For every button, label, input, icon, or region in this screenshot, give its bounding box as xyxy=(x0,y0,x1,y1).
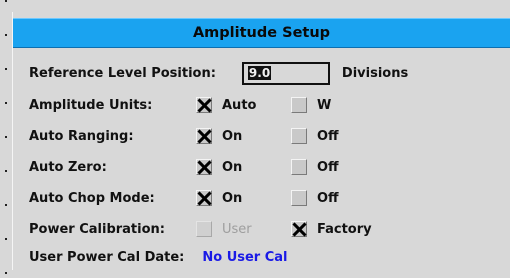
setting-row-amplitude-units: Amplitude Units: Auto W xyxy=(29,94,331,116)
setting-label: Auto Zero: xyxy=(29,159,107,175)
checkbox-checked-icon[interactable] xyxy=(196,128,212,144)
option-label: On xyxy=(222,128,243,144)
power-calibration-factory-option[interactable]: Factory xyxy=(291,221,372,237)
option-label: User xyxy=(222,221,252,237)
auto-zero-off-option[interactable]: Off xyxy=(291,159,339,175)
user-cal-date-label: User Power Cal Date: xyxy=(29,249,185,265)
user-cal-date-row: User Power Cal Date: No User Cal xyxy=(29,246,288,268)
auto-chop-off-option[interactable]: Off xyxy=(291,190,339,206)
setting-label: Auto Ranging: xyxy=(29,128,134,144)
checkbox-checked-icon[interactable] xyxy=(196,159,212,175)
dialog-title: Amplitude Setup xyxy=(13,18,510,48)
setting-row-auto-zero: Auto Zero: On Off xyxy=(29,156,339,178)
setting-label: Power Calibration: xyxy=(29,221,165,237)
amplitude-units-w-option[interactable]: W xyxy=(291,97,331,113)
auto-zero-on-option[interactable]: On xyxy=(196,159,291,175)
checkbox-unchecked-icon[interactable] xyxy=(291,159,307,175)
power-calibration-user-option: User xyxy=(196,221,291,237)
option-label: On xyxy=(222,190,243,206)
reference-level-row: Reference Level Position: 9.0 Divisions xyxy=(29,61,409,85)
option-label: Off xyxy=(317,128,339,144)
window-edge-decoration xyxy=(5,0,7,278)
checkbox-checked-icon[interactable] xyxy=(196,97,212,113)
setting-label: Auto Chop Mode: xyxy=(29,190,155,206)
reference-level-unit: Divisions xyxy=(341,65,409,81)
amplitude-units-auto-option[interactable]: Auto xyxy=(196,97,291,113)
setting-row-auto-chop-mode: Auto Chop Mode: On Off xyxy=(29,187,339,209)
option-label: Off xyxy=(317,159,339,175)
checkbox-checked-icon[interactable] xyxy=(196,190,212,206)
auto-ranging-on-option[interactable]: On xyxy=(196,128,291,144)
option-label: Auto xyxy=(222,97,257,113)
checkbox-checked-icon[interactable] xyxy=(291,221,307,237)
reference-level-value: 9.0 xyxy=(247,65,272,80)
reference-level-label: Reference Level Position: xyxy=(29,65,216,81)
amplitude-setup-panel: Amplitude Setup Reference Level Position… xyxy=(12,12,510,270)
checkbox-unchecked-icon[interactable] xyxy=(291,97,307,113)
setting-row-power-calibration: Power Calibration: User Factory xyxy=(29,218,372,240)
option-label: Off xyxy=(317,190,339,206)
auto-chop-on-option[interactable]: On xyxy=(196,190,291,206)
checkbox-unchecked-icon[interactable] xyxy=(291,128,307,144)
reference-level-input[interactable]: 9.0 xyxy=(241,61,330,85)
setting-label: Amplitude Units: xyxy=(29,97,153,113)
option-label: Factory xyxy=(317,221,372,237)
checkbox-disabled-icon xyxy=(196,221,212,237)
auto-ranging-off-option[interactable]: Off xyxy=(291,128,339,144)
setting-row-auto-ranging: Auto Ranging: On Off xyxy=(29,125,339,147)
user-cal-date-value: No User Cal xyxy=(202,249,288,265)
option-label: On xyxy=(222,159,243,175)
option-label: W xyxy=(317,97,332,113)
checkbox-unchecked-icon[interactable] xyxy=(291,190,307,206)
